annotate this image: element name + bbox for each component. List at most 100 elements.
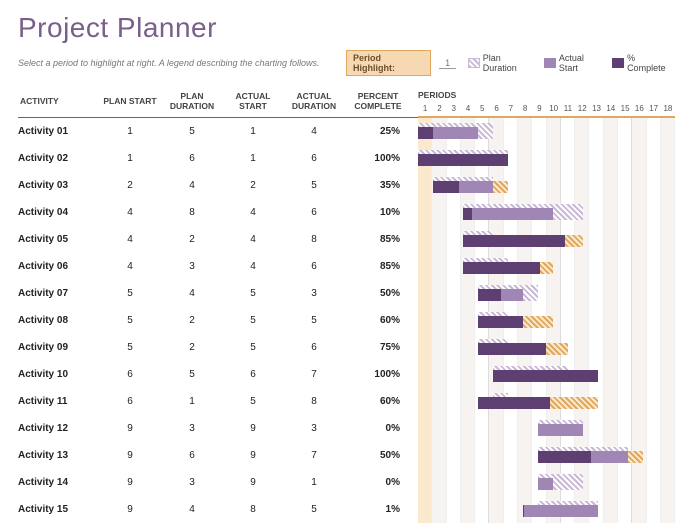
table-row[interactable]: Activity 1594851% [18, 496, 418, 523]
bar-complete [463, 208, 472, 220]
table-row[interactable]: Activity 1493910% [18, 469, 418, 496]
cell-actual-start: 5 [224, 396, 282, 407]
period-col-17: 17 [647, 104, 661, 116]
period-col-15: 15 [618, 104, 632, 116]
cell-plan-start: 5 [100, 288, 160, 299]
cell-plan-dur: 1 [160, 396, 224, 407]
bar-complete [418, 154, 508, 166]
period-col-11: 11 [561, 104, 575, 116]
cell-actual-start: 6 [224, 369, 282, 380]
cell-plan-start: 9 [100, 477, 160, 488]
gantt-row [418, 226, 675, 253]
table-row[interactable]: Activity 03242535% [18, 172, 418, 199]
col-plan-dur: PLAN DURATION [160, 92, 224, 111]
cell-plan-start: 1 [100, 126, 160, 137]
bar-actual [538, 424, 583, 436]
cell-plan-start: 9 [100, 504, 160, 515]
period-col-1: 1 [418, 104, 432, 116]
period-col-3: 3 [447, 104, 461, 116]
table-row[interactable]: Activity 07545350% [18, 280, 418, 307]
gantt-row [418, 334, 675, 361]
cell-pct: 50% [346, 450, 410, 461]
gantt-row [418, 496, 675, 523]
gantt-row [418, 442, 675, 469]
bar-complete [478, 343, 546, 355]
period-col-14: 14 [604, 104, 618, 116]
bar-actual [523, 505, 598, 517]
bar-complete [538, 451, 591, 463]
cell-plan-start: 4 [100, 207, 160, 218]
period-highlight-label: Period Highlight: [346, 50, 431, 76]
period-col-7: 7 [504, 104, 518, 116]
table-header: ACTIVITY PLAN START PLAN DURATION ACTUAL… [18, 86, 418, 118]
col-actual-dur: ACTUAL DURATION [282, 92, 346, 111]
table-row[interactable]: Activity 09525675% [18, 334, 418, 361]
cell-actual-dur: 1 [282, 477, 346, 488]
bar-complete [493, 370, 598, 382]
bar-complete [418, 127, 433, 139]
gantt-row [418, 253, 675, 280]
gantt-row [418, 415, 675, 442]
actual-start-swatch-icon [544, 58, 556, 68]
cell-activity: Activity 01 [18, 126, 100, 137]
cell-pct: 50% [346, 288, 410, 299]
cell-actual-dur: 7 [282, 369, 346, 380]
period-col-9: 9 [532, 104, 546, 116]
table-row[interactable]: Activity 106567100% [18, 361, 418, 388]
gantt-row [418, 118, 675, 145]
table-row[interactable]: Activity 06434685% [18, 253, 418, 280]
period-col-8: 8 [518, 104, 532, 116]
cell-activity: Activity 11 [18, 396, 100, 407]
cell-plan-start: 9 [100, 450, 160, 461]
gantt-row [418, 469, 675, 496]
table-row[interactable]: Activity 021616100% [18, 145, 418, 172]
period-highlight-value[interactable]: 1 [439, 58, 456, 69]
cell-actual-start: 4 [224, 234, 282, 245]
table-row[interactable]: Activity 13969750% [18, 442, 418, 469]
period-col-16: 16 [632, 104, 646, 116]
gantt-row [418, 280, 675, 307]
gantt-row [418, 145, 675, 172]
cell-plan-start: 5 [100, 342, 160, 353]
gantt-row [418, 361, 675, 388]
col-activity: ACTIVITY [18, 97, 100, 106]
cell-plan-dur: 6 [160, 153, 224, 164]
complete-swatch-icon [612, 58, 624, 68]
cell-plan-start: 6 [100, 369, 160, 380]
cell-activity: Activity 15 [18, 504, 100, 515]
cell-plan-start: 2 [100, 180, 160, 191]
legend-actual: Actual Start [544, 53, 604, 73]
cell-plan-dur: 2 [160, 234, 224, 245]
cell-activity: Activity 13 [18, 450, 100, 461]
bar-overrun [493, 181, 508, 193]
table-row[interactable]: Activity 1293930% [18, 415, 418, 442]
cell-actual-start: 4 [224, 261, 282, 272]
period-col-2: 2 [432, 104, 446, 116]
cell-activity: Activity 08 [18, 315, 100, 326]
col-pct: PERCENT COMPLETE [346, 92, 410, 111]
periods-label: PERIODS [418, 90, 456, 100]
period-col-13: 13 [589, 104, 603, 116]
bar-complete [463, 262, 540, 274]
bar-actual [463, 208, 553, 220]
gantt-chart: PERIODS 123456789101112131415161718 [418, 86, 675, 523]
table-row[interactable]: Activity 08525560% [18, 307, 418, 334]
table-row[interactable]: Activity 04484610% [18, 199, 418, 226]
bar-complete [478, 397, 550, 409]
table-row[interactable]: Activity 11615860% [18, 388, 418, 415]
cell-pct: 60% [346, 396, 410, 407]
table-row[interactable]: Activity 05424885% [18, 226, 418, 253]
cell-actual-dur: 6 [282, 261, 346, 272]
gantt-row [418, 172, 675, 199]
bar-complete [523, 505, 524, 517]
table-row[interactable]: Activity 01151425% [18, 118, 418, 145]
cell-pct: 60% [346, 315, 410, 326]
cell-actual-start: 9 [224, 477, 282, 488]
cell-pct: 35% [346, 180, 410, 191]
cell-actual-start: 9 [224, 423, 282, 434]
cell-activity: Activity 03 [18, 180, 100, 191]
legend-complete: % Complete [612, 53, 675, 73]
cell-plan-dur: 3 [160, 423, 224, 434]
cell-actual-start: 5 [224, 342, 282, 353]
cell-actual-dur: 7 [282, 450, 346, 461]
